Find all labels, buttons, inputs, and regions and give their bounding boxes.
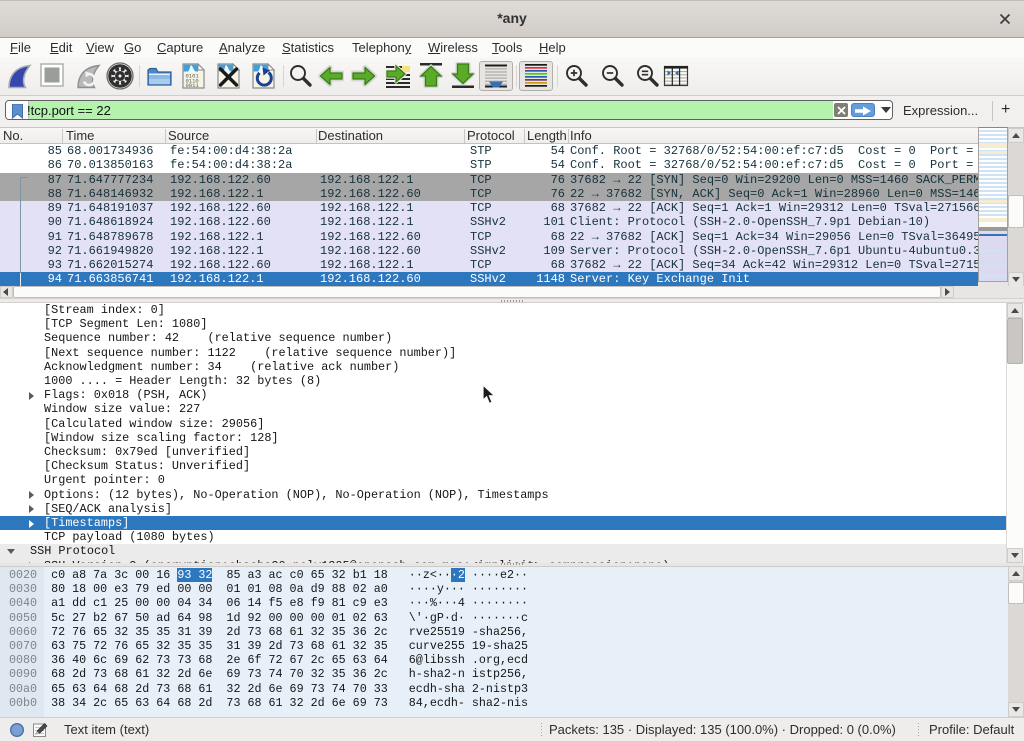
svg-text:0011: 0011 <box>186 82 200 89</box>
